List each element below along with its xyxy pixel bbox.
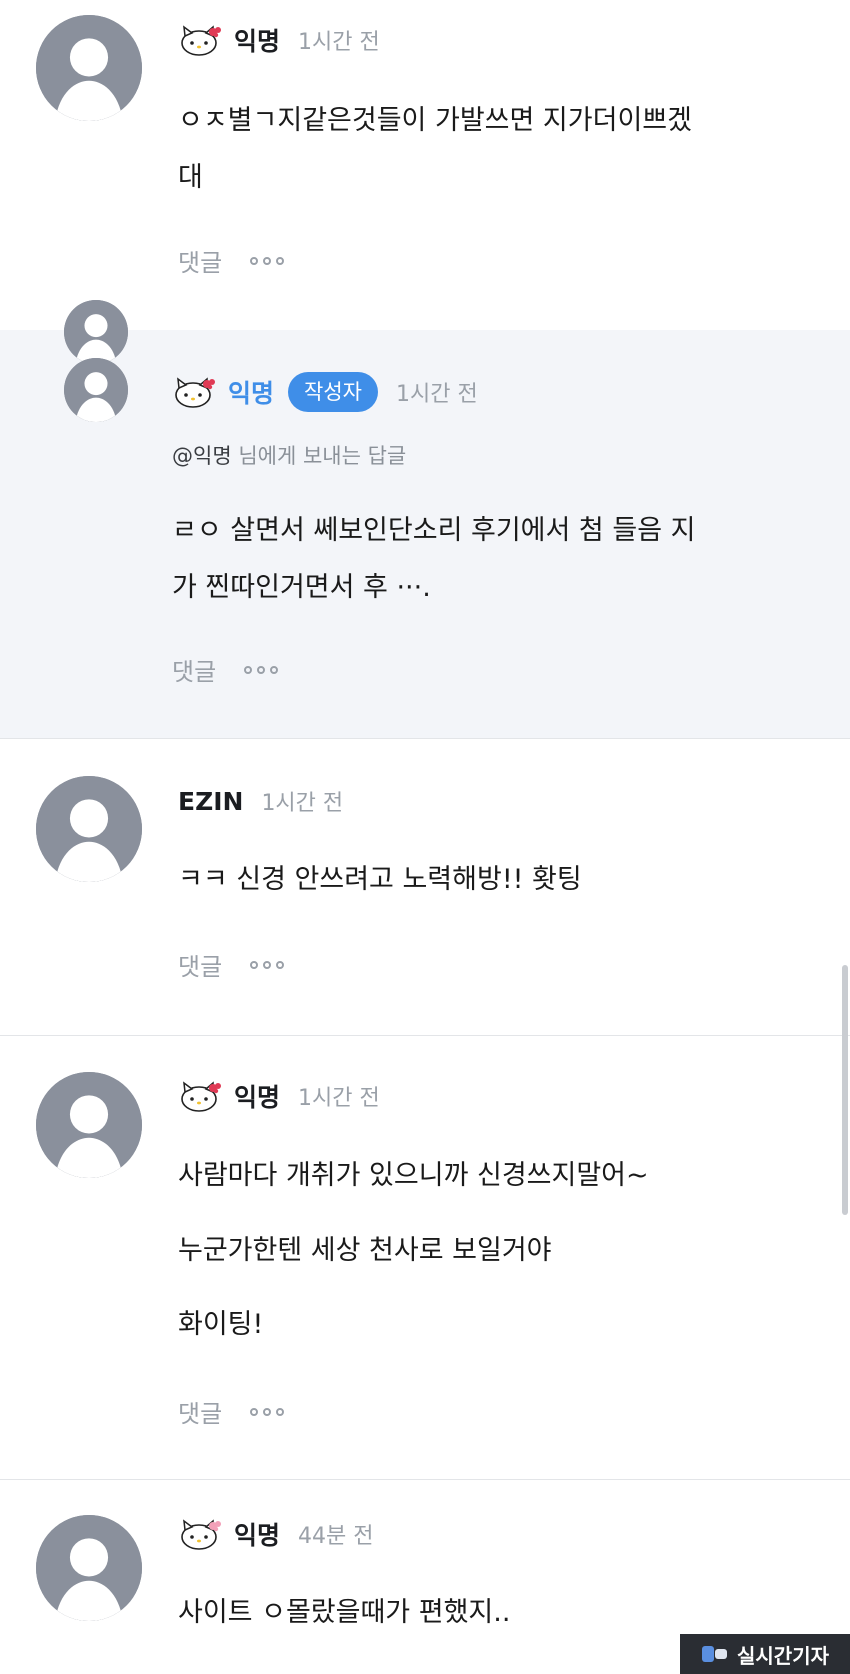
mention-link[interactable]: @익명 [172,444,232,468]
comment-text-line: 사람마다 개취가 있으니까 신경쓰지말어~ [178,1160,649,1191]
author-name[interactable]: EZIN [178,787,243,816]
comment-header: 익명 1시간 전 [178,1076,380,1116]
default-avatar-icon [36,1515,142,1621]
reply-button[interactable]: 댓글 [178,1394,222,1429]
watermark: 실시간기자 [680,1634,850,1674]
comment-text-line: 사이트 ㅇ몰랐을때가 편했지.. [178,1597,511,1628]
comment-header: EZIN 1시간 전 [178,781,343,821]
author-badge: 작성자 [288,372,378,412]
reply-button[interactable]: 댓글 [178,243,222,278]
hello-kitty-icon [178,1080,222,1112]
reply-comment: 익명 작성자 1시간 전 @익명 님에게 보내는 답글 ㄹㅇ 살면서 쎄보인단소… [0,300,850,738]
comment-text-line: 가 찐따인거면서 후 ···. [172,572,431,603]
timestamp: 44분 전 [298,1524,374,1549]
more-dots-icon[interactable] [244,665,279,674]
comment-header: 익명 44분 전 [178,1514,373,1554]
comment-text-line: ㅋㅋ 신경 안쓰려고 노력해방!! 홧팅 [178,864,582,895]
comment-actions: 댓글 [178,1394,285,1429]
timestamp: 1시간 전 [298,1086,380,1111]
comment-actions: 댓글 [178,243,285,278]
default-avatar-icon [36,776,142,882]
reply-to-text: 님에게 보내는 답글 [238,444,407,468]
more-dots-icon[interactable] [250,960,285,969]
reply-button[interactable]: 댓글 [178,947,222,982]
timestamp: 1시간 전 [298,30,380,55]
author-name[interactable]: 익명 [234,22,280,58]
comment-4: 익명 1시간 전 사람마다 개취가 있으니까 신경쓰지말어~ 누군가한텐 세상 … [0,1036,850,1479]
scrollbar[interactable] [842,965,848,1215]
timestamp: 1시간 전 [261,791,344,816]
comment-1: 익명 1시간 전 ㅇㅈ별ㄱ지같은것들이 가발쓰면 지가더이쁘겠 대 댓글 [0,0,850,312]
author-name[interactable]: 익명 [228,374,274,410]
comment-text-line: 화이팅! [178,1309,264,1340]
comment-actions: 댓글 [178,947,285,982]
reply-to-label: @익명 님에게 보내는 답글 [172,440,406,470]
default-avatar-icon [36,15,142,121]
comment-text-line: 대 [178,162,203,193]
comment-text-line: ㅇㅈ별ㄱ지같은것들이 가발쓰면 지가더이쁘겠 [178,105,692,136]
hello-kitty-icon [172,376,216,408]
default-avatar-icon [64,300,128,364]
default-avatar-icon [36,1072,142,1178]
more-dots-icon[interactable] [250,256,285,265]
timestamp: 1시간 전 [395,382,478,407]
watermark-logo-icon [702,1646,727,1662]
parent-avatar [64,300,128,364]
comment-actions: 댓글 [172,652,279,687]
default-avatar-icon [64,358,128,422]
avatar[interactable] [36,1072,142,1178]
avatar[interactable] [36,776,142,882]
avatar[interactable] [36,1515,142,1621]
comment-header: 익명 작성자 1시간 전 [172,372,478,412]
comment-3: EZIN 1시간 전 ㅋㅋ 신경 안쓰려고 노력해방!! 홧팅 댓글 [0,739,850,1035]
reply-button[interactable]: 댓글 [172,652,216,687]
comment-text-line: ㄹㅇ 살면서 쎄보인단소리 후기에서 첨 들음 지 [172,515,696,546]
hello-kitty-icon [178,1518,222,1550]
comment-text-line: 누군가한텐 세상 천사로 보일거야 [178,1235,552,1266]
comment-header: 익명 1시간 전 [178,20,380,60]
author-name[interactable]: 익명 [234,1516,280,1552]
author-name[interactable]: 익명 [234,1078,280,1114]
hello-kitty-icon [178,24,222,56]
avatar[interactable] [36,15,142,121]
avatar[interactable] [64,358,128,422]
more-dots-icon[interactable] [250,1407,285,1416]
watermark-text: 실시간기자 [737,1643,829,1668]
